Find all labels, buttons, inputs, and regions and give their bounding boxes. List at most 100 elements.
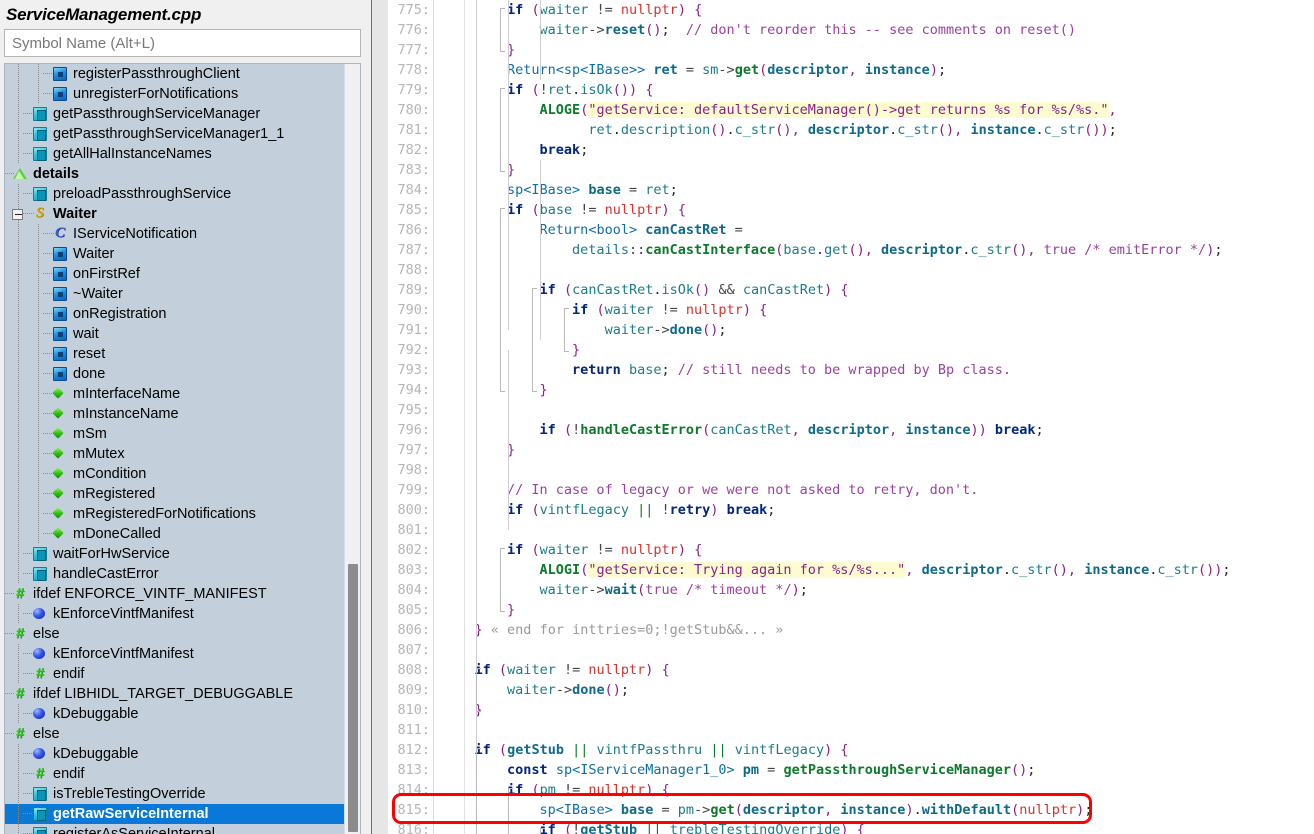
code-line-text: ALOGE("getService: defaultServiceManager… — [539, 102, 1117, 118]
code-line[interactable]: 785: if (base != nullptr) { — [388, 200, 1314, 220]
tree-item[interactable]: mRegisteredForNotifications — [5, 504, 345, 524]
tree-item[interactable]: onRegistration — [5, 304, 345, 324]
code-line[interactable]: 801: — [388, 520, 1314, 540]
code-line[interactable]: 781: ret.description().c_str(), descript… — [388, 120, 1314, 140]
code-line[interactable]: 791: waiter->done(); — [388, 320, 1314, 340]
code-line[interactable]: 799: // In case of legacy or we were not… — [388, 480, 1314, 500]
code-line[interactable]: 790: if (waiter != nullptr) { — [388, 300, 1314, 320]
code-line[interactable]: 776: waiter->reset(); // don't reorder t… — [388, 20, 1314, 40]
code-line[interactable]: 792: } — [388, 340, 1314, 360]
code-line[interactable]: 814: if (pm != nullptr) { — [388, 780, 1314, 800]
tree-item[interactable]: preloadPassthroughService — [5, 184, 345, 204]
tree-item[interactable]: kEnforceVintfManifest — [5, 644, 345, 664]
tree-expander-collapse-icon[interactable] — [12, 209, 23, 220]
code-line[interactable]: 802: if (waiter != nullptr) { — [388, 540, 1314, 560]
tree-item[interactable]: else — [5, 724, 345, 744]
code-line[interactable]: 777: } — [388, 40, 1314, 60]
tree-item[interactable]: reset — [5, 344, 345, 364]
code-line[interactable]: 803: ALOGI("getService: Trying again for… — [388, 560, 1314, 580]
tree-item[interactable]: ~Waiter — [5, 284, 345, 304]
code-line[interactable]: 810: } — [388, 700, 1314, 720]
code-line[interactable]: 788: — [388, 260, 1314, 280]
code-line[interactable]: 782: break; — [388, 140, 1314, 160]
tree-item[interactable]: getPassthroughServiceManager — [5, 104, 345, 124]
code-line-text: } « end for inttries=0;!getStub&&... » — [474, 622, 784, 638]
code-line[interactable]: 805: } — [388, 600, 1314, 620]
code-line[interactable]: 795: — [388, 400, 1314, 420]
tree-item[interactable]: registerAsServiceInternal — [5, 824, 345, 834]
code-line[interactable]: 812: if (getStub || vintfPassthru || vin… — [388, 740, 1314, 760]
tree-item[interactable]: kDebuggable — [5, 704, 345, 724]
tree-item[interactable]: else — [5, 624, 345, 644]
code-line[interactable]: 813: const sp<IServiceManager1_0> pm = g… — [388, 760, 1314, 780]
symbol-search-input[interactable] — [4, 29, 361, 57]
tree-item[interactable]: done — [5, 364, 345, 384]
code-line[interactable]: 807: — [388, 640, 1314, 660]
tree-item[interactable]: onFirstRef — [5, 264, 345, 284]
method-icon — [53, 367, 67, 381]
code-line[interactable]: 808: if (waiter != nullptr) { — [388, 660, 1314, 680]
tree-item[interactable]: mSm — [5, 424, 345, 444]
tree-item[interactable]: mInstanceName — [5, 404, 345, 424]
code-line[interactable]: 779: if (!ret.isOk()) { — [388, 80, 1314, 100]
code-line[interactable]: 784: sp<IBase> base = ret; — [388, 180, 1314, 200]
code-line[interactable]: 797: } — [388, 440, 1314, 460]
code-line[interactable]: 789: if (canCastRet.isOk() && canCastRet… — [388, 280, 1314, 300]
tree-item[interactable]: mRegistered — [5, 484, 345, 504]
code-line[interactable]: 786: Return<bool> canCastRet = — [388, 220, 1314, 240]
tree-item[interactable]: IServiceNotification — [5, 224, 345, 244]
code-line[interactable]: 800: if (vintfLegacy || !retry) break; — [388, 500, 1314, 520]
code-line[interactable]: 806: } « end for inttries=0;!getStub&&..… — [388, 620, 1314, 640]
code-line[interactable]: 793: return base; // still needs to be w… — [388, 360, 1314, 380]
tree-item[interactable]: mCondition — [5, 464, 345, 484]
code-line[interactable]: 811: — [388, 720, 1314, 740]
tree-item-label: else — [33, 626, 60, 642]
tree-item[interactable]: kDebuggable — [5, 744, 345, 764]
tree-item[interactable]: wait — [5, 324, 345, 344]
tree-item[interactable]: waitForHwService — [5, 544, 345, 564]
code-line-text: if (waiter != nullptr) { — [507, 2, 703, 18]
tree-item[interactable]: endif — [5, 664, 345, 684]
code-scroll-area[interactable]: 775: if (waiter != nullptr) {776: waiter… — [388, 0, 1314, 834]
code-line[interactable]: 775: if (waiter != nullptr) { — [388, 0, 1314, 20]
code-line[interactable]: 804: waiter->wait(true /* timeout */); — [388, 580, 1314, 600]
code-line[interactable]: 794: } — [388, 380, 1314, 400]
tree-item[interactable]: Waiter — [5, 244, 345, 264]
tree-item[interactable]: ifdef LIBHIDL_TARGET_DEBUGGABLE — [5, 684, 345, 704]
tree-item[interactable]: registerPassthroughClient — [5, 64, 345, 84]
code-line[interactable]: 780: ALOGE("getService: defaultServiceMa… — [388, 100, 1314, 120]
tree-item[interactable]: mDoneCalled — [5, 524, 345, 544]
tree-item[interactable]: getPassthroughServiceManager1_1 — [5, 124, 345, 144]
tree-item[interactable]: mMutex — [5, 444, 345, 464]
code-line[interactable]: 796: if (!handleCastError(canCastRet, de… — [388, 420, 1314, 440]
method-icon — [53, 327, 67, 341]
tree-item[interactable]: mInterfaceName — [5, 384, 345, 404]
tree-item[interactable]: handleCastError — [5, 564, 345, 584]
sidebar-scrollbar-thumb[interactable] — [348, 564, 358, 832]
code-line[interactable]: 787: details::canCastInterface(base.get(… — [388, 240, 1314, 260]
tree-item[interactable]: kEnforceVintfManifest — [5, 604, 345, 624]
tree-item[interactable]: getRawServiceInternal — [5, 804, 345, 824]
code-line-text: Return<bool> canCastRet = — [539, 222, 743, 238]
code-line[interactable]: 815: sp<IBase> base = pm->get(descriptor… — [388, 800, 1314, 820]
tree-item[interactable]: unregisterForNotifications — [5, 84, 345, 104]
tree-item[interactable]: Waiter — [5, 204, 345, 224]
symbol-tree[interactable]: registerPassthroughClient unregisterForNo… — [5, 64, 345, 834]
code-editor[interactable]: 775: if (waiter != nullptr) {776: waiter… — [388, 0, 1314, 834]
code-line[interactable]: 798: — [388, 460, 1314, 480]
panel-splitter[interactable] — [371, 0, 388, 834]
tree-item[interactable]: ifdef ENFORCE_VINTF_MANIFEST — [5, 584, 345, 604]
tree-item[interactable]: endif — [5, 764, 345, 784]
tree-item-label: kDebuggable — [53, 746, 139, 762]
code-line[interactable]: 809: waiter->done(); — [388, 680, 1314, 700]
line-number: 816: — [388, 820, 434, 834]
tree-item[interactable]: isTrebleTestingOverride — [5, 784, 345, 804]
tree-item[interactable]: getAllHalInstanceNames — [5, 144, 345, 164]
line-number: 815: — [388, 800, 434, 820]
code-line[interactable]: 816: if (!getStub || trebleTestingOverri… — [388, 820, 1314, 834]
code-line[interactable]: 778: Return<sp<IBase>> ret = sm->get(des… — [388, 60, 1314, 80]
tree-item[interactable]: details — [5, 164, 345, 184]
method-icon — [53, 247, 67, 261]
sidebar-vertical-scrollbar[interactable] — [344, 64, 360, 834]
code-line[interactable]: 783: } — [388, 160, 1314, 180]
